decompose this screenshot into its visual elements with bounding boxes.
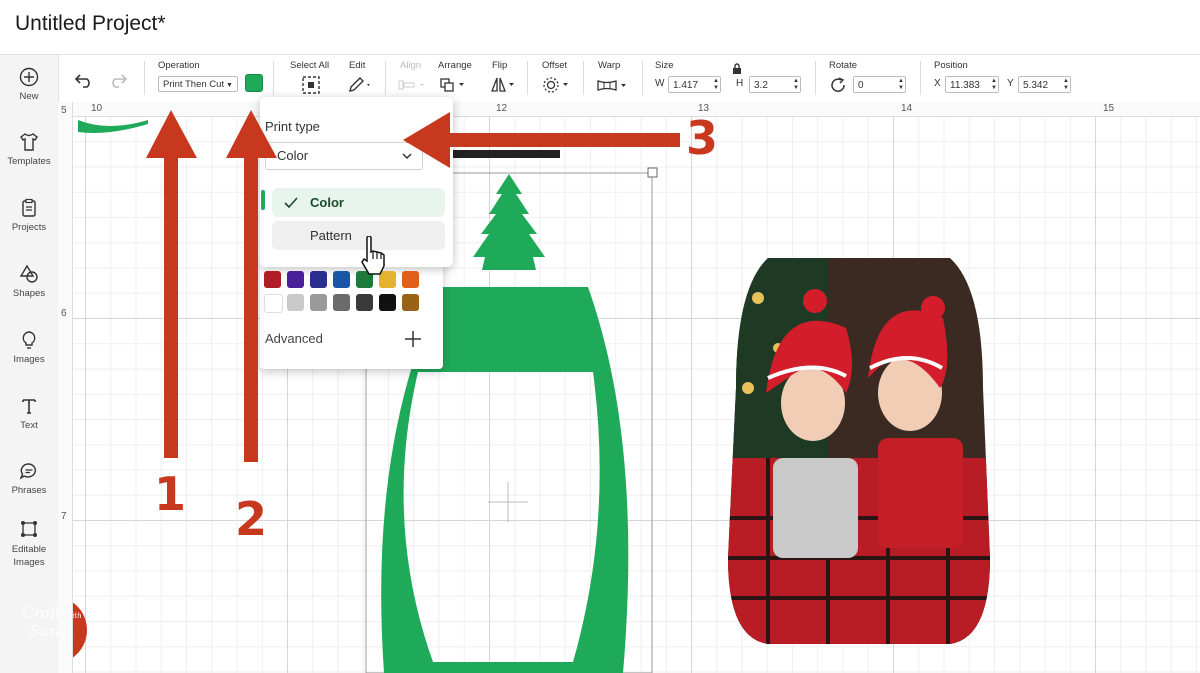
annotation-number-1: 1 <box>154 467 187 521</box>
annotation-number-3: 3 <box>686 111 719 165</box>
arrow-3-shaft <box>442 133 680 147</box>
annotation-arrows <box>146 110 680 462</box>
arrow-2-shaft <box>244 150 258 462</box>
annotation-number-2: 2 <box>235 492 268 546</box>
arrow-3-head <box>403 112 450 168</box>
arrow-2-head <box>226 110 277 158</box>
arrow-1-shaft <box>164 150 178 458</box>
arrow-1-head <box>146 110 197 158</box>
